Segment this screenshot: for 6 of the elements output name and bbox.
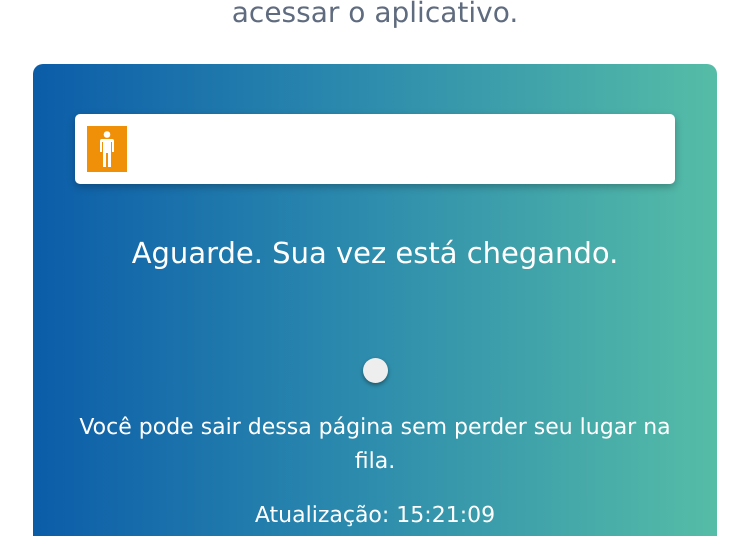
person-icon xyxy=(100,131,114,167)
heading-text: acessar o aplicativo. xyxy=(232,0,518,28)
status-text: Aguarde. Sua vez está chegando. xyxy=(132,236,618,270)
notice-text: Você pode sair dessa página sem perder seu lugar na fila. xyxy=(78,414,672,476)
update-time: Atualização: 15:21:09 xyxy=(254,503,496,529)
loading-dot xyxy=(362,358,388,383)
